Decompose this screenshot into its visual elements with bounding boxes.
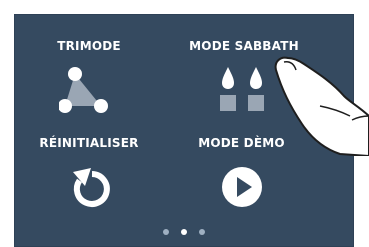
sabbath-candles-icon (220, 67, 264, 111)
trimode-triangle-icon (59, 67, 108, 113)
reset-button[interactable]: RÉINITIALISER (24, 136, 154, 226)
pagination-dots (14, 220, 354, 239)
reset-arrow-icon (73, 168, 110, 207)
play-icon (222, 167, 262, 207)
page-dot[interactable] (163, 229, 169, 235)
pointing-finger-icon (274, 56, 369, 156)
page-dot[interactable] (199, 229, 205, 235)
reset-label: RÉINITIALISER (39, 136, 139, 150)
trimode-button[interactable]: TRIMODE (29, 39, 149, 129)
page-dot-active[interactable] (181, 229, 187, 235)
trimode-label: TRIMODE (57, 39, 121, 53)
